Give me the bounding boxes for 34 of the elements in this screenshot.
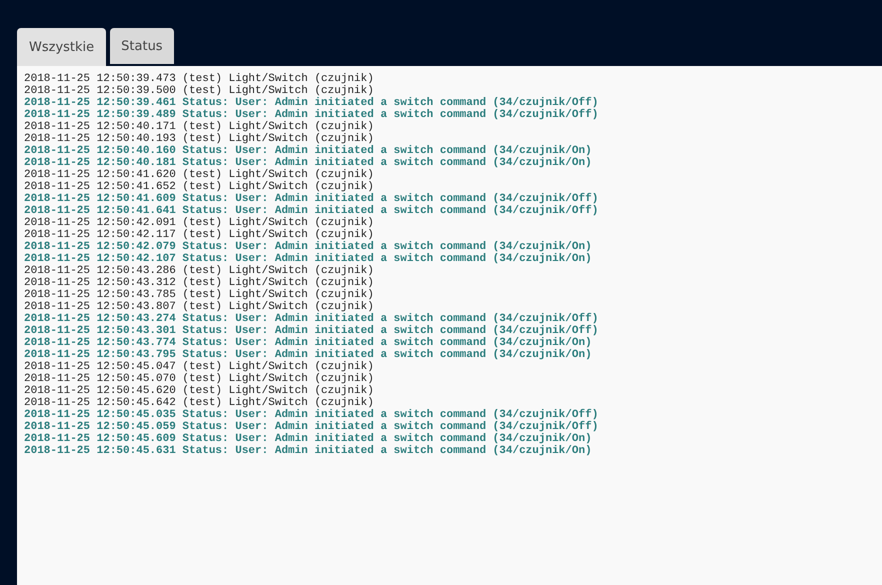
log-line: 2018-11-25 12:50:45.047 (test) Light/Switch (czujnik) — [24, 361, 374, 373]
log-line: 2018-11-25 12:50:39.489 Status: User: Admin initiated a switch command (34/czujnik/Off) — [24, 109, 598, 121]
log-line: 2018-11-25 12:50:42.107 Status: User: Admin initiated a switch command (34/czujnik/On) — [24, 253, 592, 265]
log-line: 2018-11-25 12:50:45.620 (test) Light/Switch (czujnik) — [24, 385, 374, 397]
log-line: 2018-11-25 12:50:45.609 Status: User: Admin initiated a switch command (34/czujnik/On) — [24, 433, 592, 445]
log-line: 2018-11-25 12:50:43.785 (test) Light/Switch (czujnik) — [24, 289, 374, 301]
log-line: 2018-11-25 12:50:41.641 Status: User: Admin initiated a switch command (34/czujnik/Off) — [24, 205, 598, 217]
log-line: 2018-11-25 12:50:43.807 (test) Light/Switch (czujnik) — [24, 301, 374, 313]
log-line: 2018-11-25 12:50:41.652 (test) Light/Switch (czujnik) — [24, 181, 374, 193]
log-line: 2018-11-25 12:50:45.059 Status: User: Admin initiated a switch command (34/czujnik/Off) — [24, 421, 598, 433]
log-line: 2018-11-25 12:50:45.070 (test) Light/Switch (czujnik) — [24, 373, 374, 385]
log-line: 2018-11-25 12:50:41.620 (test) Light/Switch (czujnik) — [24, 169, 374, 181]
log-line: 2018-11-25 12:50:43.312 (test) Light/Switch (czujnik) — [24, 277, 374, 289]
log-line: 2018-11-25 12:50:43.795 Status: User: Admin initiated a switch command (34/czujnik/On) — [24, 349, 592, 361]
log-line: 2018-11-25 12:50:42.117 (test) Light/Switch (czujnik) — [24, 229, 374, 241]
log-line: 2018-11-25 12:50:45.631 Status: User: Admin initiated a switch command (34/czujnik/On) — [24, 445, 592, 457]
log-line: 2018-11-25 12:50:45.642 (test) Light/Switch (czujnik) — [24, 397, 374, 409]
log-line: 2018-11-25 12:50:39.500 (test) Light/Switch (czujnik) — [24, 85, 374, 97]
log-line: 2018-11-25 12:50:40.171 (test) Light/Switch (czujnik) — [24, 121, 374, 133]
log-line: 2018-11-25 12:50:42.091 (test) Light/Switch (czujnik) — [24, 217, 374, 229]
log-line: 2018-11-25 12:50:43.774 Status: User: Admin initiated a switch command (34/czujnik/On) — [24, 337, 592, 349]
tab[interactable]: Status — [110, 28, 174, 64]
log-line: 2018-11-25 12:50:43.274 Status: User: Admin initiated a switch command (34/czujnik/Off) — [24, 313, 598, 325]
log-line: 2018-11-25 12:50:40.193 (test) Light/Switch (czujnik) — [24, 133, 374, 145]
log-line: 2018-11-25 12:50:43.286 (test) Light/Switch (czujnik) — [24, 265, 374, 277]
log-line: 2018-11-25 12:50:40.160 Status: User: Admin initiated a switch command (34/czujnik/On) — [24, 145, 592, 157]
log-line: 2018-11-25 12:50:39.473 (test) Light/Switch (czujnik) — [24, 73, 374, 85]
log-line: 2018-11-25 12:50:41.609 Status: User: Admin initiated a switch command (34/czujnik/Off) — [24, 193, 598, 205]
log-line: 2018-11-25 12:50:39.461 Status: User: Admin initiated a switch command (34/czujnik/Off) — [24, 97, 598, 109]
tab[interactable]: Wszystkie — [17, 28, 106, 66]
log-line: 2018-11-25 12:50:42.079 Status: User: Admin initiated a switch command (34/czujnik/On) — [24, 241, 592, 253]
log-line: 2018-11-25 12:50:40.181 Status: User: Admin initiated a switch command (34/czujnik/On) — [24, 157, 592, 169]
log-line: 2018-11-25 12:50:45.035 Status: User: Admin initiated a switch command (34/czujnik/Off) — [24, 409, 598, 421]
log-line: 2018-11-25 12:50:43.301 Status: User: Admin initiated a switch command (34/czujnik/Off) — [24, 325, 598, 337]
